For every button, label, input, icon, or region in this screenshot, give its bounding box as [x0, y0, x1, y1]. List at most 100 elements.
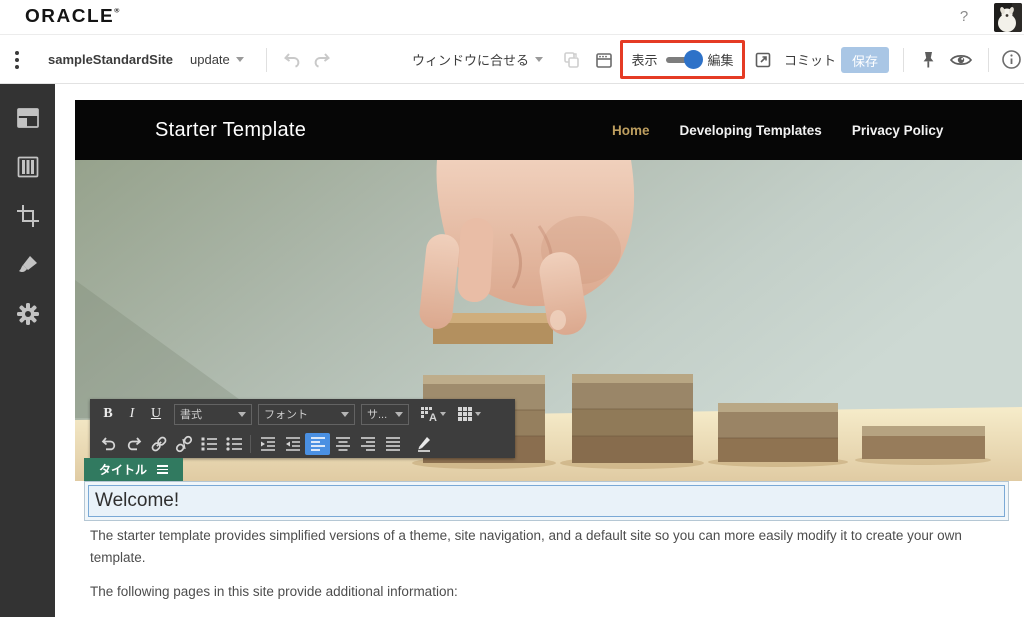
view-edit-toggle-highlight: 表示 編集: [620, 40, 745, 79]
preview-eye-button[interactable]: [949, 35, 973, 84]
info-icon: [1001, 49, 1022, 70]
underline-button[interactable]: U: [144, 403, 168, 425]
site-header: Starter Template Home Developing Templat…: [75, 100, 1022, 160]
undo-icon: [100, 435, 118, 453]
eye-icon: [949, 50, 973, 70]
align-left-icon: [309, 435, 327, 453]
nav-item-privacy-policy[interactable]: Privacy Policy: [852, 123, 944, 138]
redo-icon: [312, 50, 332, 70]
size-dropdown[interactable]: サ...: [361, 404, 409, 425]
columns-icon: [15, 154, 41, 180]
table-button[interactable]: [451, 403, 487, 425]
body-paragraph: The following pages in this site provide…: [90, 581, 995, 603]
kebab-menu-icon[interactable]: [15, 35, 19, 84]
caret-down-icon: [236, 57, 244, 62]
caret-down-icon: [395, 412, 403, 417]
title-tag-label: タイトル: [99, 461, 147, 478]
toggle-knob[interactable]: [684, 50, 703, 69]
builder-toolbar: sampleStandardSite update ウィンドウに合せる 表示 編…: [0, 35, 1024, 84]
site-name-label: sampleStandardSite: [48, 35, 173, 84]
color-grid-A-icon: A: [420, 406, 438, 422]
ordered-list-icon: [200, 435, 218, 453]
justify-button[interactable]: [380, 433, 405, 455]
preview-button[interactable]: [753, 35, 773, 84]
pin-button[interactable]: [917, 35, 939, 84]
undo-button[interactable]: [282, 35, 302, 84]
sidebar-item-components[interactable]: [14, 104, 42, 132]
caret-down-icon: [341, 412, 349, 417]
divider: [266, 48, 267, 72]
caret-down-icon: [475, 412, 481, 416]
sidebar-item-crop[interactable]: [14, 202, 42, 230]
link-icon: [150, 435, 168, 453]
layout-icon: [15, 105, 41, 131]
sidebar-item-settings[interactable]: [14, 300, 42, 328]
svg-text:A: A: [429, 412, 437, 422]
top-bar: ORACLE® ?: [0, 0, 1024, 35]
nav-item-home[interactable]: Home: [612, 123, 650, 138]
title-component-wrapper: Welcome!: [84, 481, 1009, 521]
editor-redo-button[interactable]: [121, 433, 146, 455]
justify-icon: [384, 435, 402, 453]
edit-label: 編集: [708, 50, 734, 69]
crop-icon: [15, 203, 41, 229]
duplicate-pages-icon: [561, 50, 581, 70]
align-center-button[interactable]: [330, 433, 355, 455]
format-dropdown[interactable]: 書式: [174, 404, 252, 425]
site-title: Starter Template: [155, 100, 306, 160]
text-color-button[interactable]: A: [415, 403, 451, 425]
outdent-button[interactable]: [255, 433, 280, 455]
ordered-list-button[interactable]: [196, 433, 221, 455]
paintbrush-icon: [15, 252, 41, 278]
window-settings-button[interactable]: [594, 35, 614, 84]
redo-button[interactable]: [312, 35, 332, 84]
divider: [250, 435, 251, 453]
gear-icon: [15, 301, 41, 327]
commit-button[interactable]: コミット: [784, 35, 836, 84]
rich-text-toolbar: B I U 書式 フォント サ... A: [90, 399, 515, 458]
view-label: 表示: [631, 50, 657, 69]
oracle-logo: ORACLE®: [25, 7, 119, 28]
update-dropdown[interactable]: update: [190, 35, 244, 84]
divider: [988, 48, 989, 72]
component-menu-icon[interactable]: [157, 465, 168, 474]
body-paragraph: The starter template provides simplified…: [90, 525, 995, 569]
info-button[interactable]: [1001, 35, 1022, 84]
pin-icon: [917, 49, 939, 71]
nav-item-developing-templates[interactable]: Developing Templates: [680, 123, 822, 138]
align-right-icon: [359, 435, 377, 453]
builder-sidebar: [0, 84, 55, 617]
title-component-tag[interactable]: タイトル: [84, 458, 183, 481]
bullet-list-button[interactable]: [221, 433, 246, 455]
view-edit-toggle[interactable]: [666, 57, 700, 63]
redo-icon: [125, 435, 143, 453]
font-dropdown[interactable]: フォント: [258, 404, 355, 425]
align-center-icon: [334, 435, 352, 453]
title-text-field[interactable]: Welcome!: [88, 485, 1005, 517]
site-nav: Home Developing Templates Privacy Policy: [612, 100, 943, 160]
editor-undo-button[interactable]: [96, 433, 121, 455]
save-button[interactable]: 保存: [841, 47, 889, 73]
pen-icon: [415, 435, 433, 453]
open-in-new-icon: [753, 50, 773, 70]
italic-button[interactable]: I: [120, 403, 144, 425]
link-button[interactable]: [146, 433, 171, 455]
site-canvas: Starter Template Home Developing Templat…: [75, 84, 1022, 617]
unlink-button[interactable]: [171, 433, 196, 455]
unlink-icon: [175, 435, 193, 453]
align-right-button[interactable]: [355, 433, 380, 455]
indent-button[interactable]: [280, 433, 305, 455]
fit-window-dropdown[interactable]: ウィンドウに合せる: [412, 35, 543, 84]
highlight-pen-button[interactable]: [411, 433, 436, 455]
help-button[interactable]: ?: [956, 8, 972, 25]
duplicate-button[interactable]: [561, 35, 581, 84]
indent-icon: [284, 435, 302, 453]
bullet-list-icon: [225, 435, 243, 453]
caret-down-icon: [440, 412, 446, 416]
sidebar-item-sections[interactable]: [14, 153, 42, 181]
align-left-button[interactable]: [305, 433, 330, 455]
caret-down-icon: [238, 412, 246, 417]
user-avatar[interactable]: [994, 3, 1022, 32]
bold-button[interactable]: B: [96, 403, 120, 425]
sidebar-item-theme[interactable]: [14, 251, 42, 279]
